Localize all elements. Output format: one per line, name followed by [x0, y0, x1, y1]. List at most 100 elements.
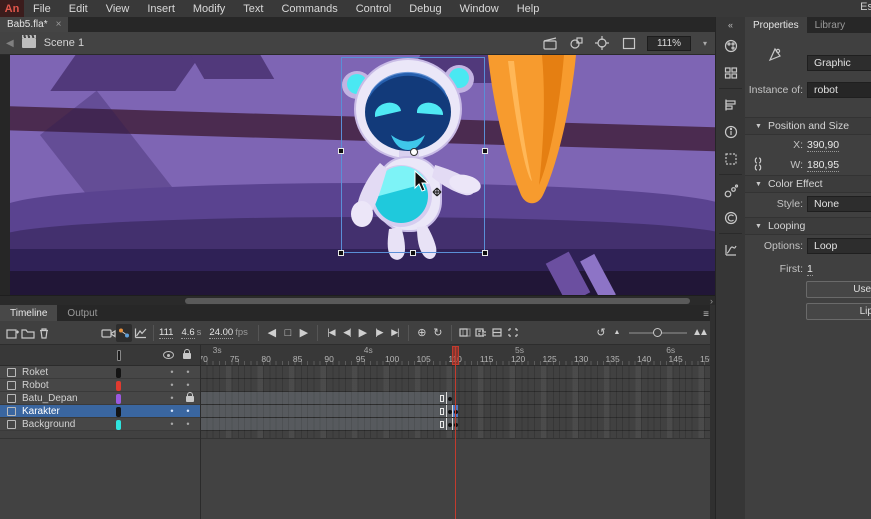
onion-skin-outlines-button[interactable] — [473, 324, 489, 342]
symbol-type-select[interactable]: Graphic — [807, 55, 871, 71]
onion-skin-button[interactable] — [457, 324, 473, 342]
tab-timeline[interactable]: Timeline — [0, 305, 57, 321]
stage-horizontal-scrollbar[interactable]: › — [0, 295, 715, 305]
menu-debug[interactable]: Debug — [400, 3, 450, 15]
zoom-in-frames-button[interactable]: ▲▲ — [691, 324, 707, 342]
menu-edit[interactable]: Edit — [60, 3, 97, 15]
chevron-down-icon[interactable]: ▾ — [703, 39, 707, 48]
motion-graph-button[interactable] — [132, 324, 148, 342]
frame-span[interactable] — [200, 405, 446, 417]
play-button[interactable]: ▶ — [355, 324, 371, 342]
section-looping[interactable]: ▼ Looping — [745, 217, 871, 235]
zoom-level-select[interactable]: 111% — [647, 36, 691, 51]
scene-name[interactable]: Scene 1 — [44, 37, 84, 49]
layer-color-swatch[interactable] — [116, 368, 121, 378]
layer-color-swatch[interactable] — [116, 420, 121, 430]
scrollbar-thumb[interactable] — [185, 298, 690, 304]
edit-multiple-frames-button[interactable] — [489, 324, 505, 342]
layer-visibility-dot[interactable]: • — [165, 392, 179, 405]
frame-span[interactable] — [200, 392, 446, 404]
layer-lock-dot[interactable]: • — [181, 379, 195, 392]
stage-canvas[interactable] — [10, 55, 715, 295]
align-panel-button[interactable] — [716, 91, 746, 118]
selection-handle-left[interactable] — [338, 148, 344, 154]
layer-visibility-dot[interactable]: • — [165, 405, 179, 418]
motion-editor-panel-button[interactable] — [716, 236, 746, 263]
layer-visibility-dot[interactable]: • — [165, 366, 179, 379]
x-value[interactable]: 390,90 — [807, 139, 839, 152]
elapsed-time-value[interactable]: 4.6 — [181, 327, 194, 339]
next-keyframe-button[interactable]: |▶ — [371, 324, 387, 342]
camera-button[interactable] — [100, 324, 116, 342]
frame-rate-value[interactable]: 24.00 — [209, 327, 233, 339]
panel-menu-icon[interactable]: ≡ — [703, 309, 709, 320]
layer-lock-dot[interactable]: • — [181, 366, 195, 379]
layer-color-swatch[interactable] — [116, 407, 121, 417]
layer-visibility-dot[interactable]: • — [165, 418, 179, 431]
back-arrow-icon[interactable]: ◀ — [6, 38, 14, 49]
disclosure-triangle-icon[interactable]: ▼ — [755, 181, 762, 188]
tab-properties[interactable]: Properties — [745, 17, 807, 33]
tab-output[interactable]: Output — [57, 305, 107, 321]
zoom-out-frames-button[interactable]: ▲ — [609, 324, 625, 342]
go-to-first-frame-button[interactable]: |◀ — [323, 324, 339, 342]
menu-modify[interactable]: Modify — [184, 3, 234, 15]
reset-timeline-zoom-button[interactable]: ↺ — [593, 324, 609, 342]
new-layer-button[interactable] — [4, 324, 20, 342]
keyframe[interactable] — [446, 392, 452, 404]
layer-row-karakter[interactable]: Karakter•• — [0, 405, 200, 418]
delete-layer-button[interactable] — [36, 324, 52, 342]
center-stage-button[interactable] — [595, 35, 611, 51]
style-select[interactable]: None — [807, 196, 871, 212]
collapse-panels-icon[interactable]: « — [716, 17, 745, 32]
link-width-height-icon[interactable] — [753, 156, 767, 172]
selection-handle-bottom-left[interactable] — [338, 250, 344, 256]
selection-handle-bottom-right[interactable] — [482, 250, 488, 256]
loop-playback-button[interactable]: ↻ — [430, 324, 446, 342]
cc-libraries-panel-button[interactable] — [716, 204, 746, 231]
document-tab[interactable]: Bab5.fla* × — [0, 17, 68, 32]
eye-icon[interactable] — [163, 351, 174, 359]
step-forward-button[interactable]: ▶ — [296, 324, 312, 342]
w-value[interactable]: 180,95 — [807, 159, 839, 172]
layer-color-swatch[interactable] — [116, 394, 121, 404]
edit-scene-button[interactable] — [543, 35, 559, 51]
lip-syncing-button[interactable]: Lip S — [806, 303, 871, 320]
selection-handle-right[interactable] — [482, 148, 488, 154]
tab-library[interactable]: Library — [807, 17, 854, 33]
use-frame-picker-button[interactable]: Use Fra — [806, 281, 871, 298]
info-panel-button[interactable] — [716, 118, 746, 145]
stop-button[interactable]: □ — [280, 324, 296, 342]
layer-row-background[interactable]: Background•• — [0, 418, 200, 431]
section-position-size[interactable]: ▼ Position and Size — [745, 117, 871, 135]
previous-keyframe-button[interactable]: ◀| — [339, 324, 355, 342]
app-logo[interactable]: An — [0, 0, 24, 17]
menu-view[interactable]: View — [97, 3, 139, 15]
selection-handle-bottom-center[interactable] — [410, 250, 416, 256]
layer-row-robot[interactable]: Robot•• — [0, 379, 200, 392]
frame-size-slider[interactable] — [629, 332, 687, 334]
disclosure-triangle-icon[interactable]: ▼ — [755, 123, 762, 130]
menu-window[interactable]: Window — [451, 3, 508, 15]
current-frame-value[interactable]: 111 — [159, 327, 173, 339]
transform-point[interactable] — [410, 148, 418, 156]
layer-frames-divider[interactable] — [200, 345, 201, 519]
show-parenting-button[interactable] — [116, 324, 132, 342]
new-folder-button[interactable] — [20, 324, 36, 342]
close-icon[interactable]: × — [56, 19, 62, 30]
first-frame-value[interactable]: 1 — [807, 263, 813, 276]
loop-options-select[interactable]: Loop — [807, 238, 871, 254]
go-to-last-frame-button[interactable]: ▶| — [387, 324, 403, 342]
section-color-effect[interactable]: ▼ Color Effect — [745, 175, 871, 193]
frame-span[interactable] — [200, 418, 446, 430]
menu-file[interactable]: File — [24, 3, 60, 15]
layer-row-batu_depan[interactable]: Batu_Depan• — [0, 392, 200, 405]
edit-symbols-button[interactable] — [569, 35, 585, 51]
workspace-switcher[interactable]: Es — [860, 1, 871, 13]
instance-name-field[interactable]: robot — [807, 82, 871, 98]
clip-content-button[interactable] — [621, 35, 637, 51]
transform-panel-button[interactable] — [716, 145, 746, 172]
selection-bounding-box[interactable] — [341, 57, 485, 253]
layer-lock-dot[interactable]: • — [181, 405, 195, 418]
layer-color-swatch[interactable] — [116, 381, 121, 391]
